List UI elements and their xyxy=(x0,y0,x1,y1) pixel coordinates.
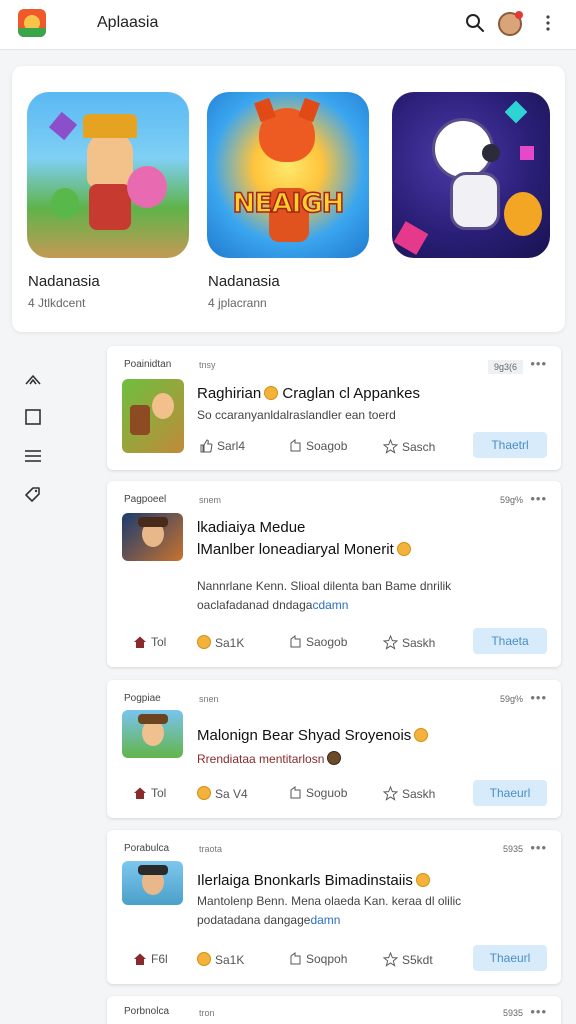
post-link[interactable]: damn xyxy=(310,913,340,927)
more-options-icon[interactable]: ••• xyxy=(530,840,547,855)
favorite-button[interactable]: Sasch xyxy=(382,438,435,454)
search-icon[interactable] xyxy=(464,12,486,34)
feed-post[interactable]: Pagpoeel snem 59g% ••• lkadiaiya Medue l… xyxy=(107,481,561,667)
comment-button[interactable]: Saogob xyxy=(288,635,347,649)
tag-icon[interactable] xyxy=(22,483,44,505)
post-description-2: oaclafadanad dndagacdamn xyxy=(197,598,349,612)
more-options-icon[interactable]: ••• xyxy=(530,491,547,506)
featured-game-1-name: Nadanasia xyxy=(28,273,100,290)
post-thumbnail[interactable] xyxy=(122,861,183,905)
square-icon[interactable] xyxy=(22,406,44,428)
post-category: Poainidtan xyxy=(124,359,172,370)
featured-game-2[interactable]: NEAIGH xyxy=(207,92,373,258)
post-type: traota xyxy=(199,844,223,854)
featured-game-1-sub: 4 Jtlkdcent xyxy=(28,296,86,310)
emoji-icon xyxy=(415,873,430,887)
top-app-bar: Aplaasia xyxy=(0,0,576,50)
more-options-icon[interactable]: ••• xyxy=(530,356,547,371)
comment-button[interactable]: Soagob xyxy=(288,439,347,453)
post-type: tnsy xyxy=(199,360,216,370)
post-category: Pogpiae xyxy=(124,693,161,704)
emoji-icon xyxy=(396,542,411,556)
more-vertical-icon[interactable] xyxy=(537,12,559,34)
feed-post[interactable]: Poainidtan tnsy 9g3(6 ••• Raghirian Crag… xyxy=(107,346,561,470)
home-button[interactable]: Tol xyxy=(133,786,166,800)
feed-post[interactable]: Porabulca traota 5935 ••• Ilerlaiga Bnon… xyxy=(107,830,561,984)
post-type: tron xyxy=(199,1008,215,1018)
post-thumbnail[interactable] xyxy=(122,710,183,758)
home-button[interactable]: Tol xyxy=(133,635,166,649)
featured-games-card: NEAIGH Nadanasia 4 Jtlkdcent Nadanasia 4… xyxy=(12,66,565,332)
more-options-icon[interactable]: ••• xyxy=(530,1004,547,1019)
post-description: Mantolenp Benn. Mena olaeda Kan. keraa d… xyxy=(197,894,462,908)
app-logo-icon[interactable] xyxy=(18,9,46,37)
app-title: Aplaasia xyxy=(97,14,159,31)
emoji-icon xyxy=(264,386,279,400)
reaction-button[interactable]: Sa V4 xyxy=(197,786,248,801)
favorite-button[interactable]: Saskh xyxy=(382,634,435,650)
post-count: 5935 xyxy=(502,844,523,854)
favorite-button[interactable]: Saskh xyxy=(382,785,435,801)
post-description-2: podatadana dangagedamn xyxy=(197,913,341,927)
favorite-button[interactable]: S5kdt xyxy=(382,951,433,967)
emoji-icon xyxy=(414,728,429,742)
menu-icon[interactable] xyxy=(22,445,44,467)
post-category: Porbnolca xyxy=(124,1006,170,1017)
game-art-controller-mascot[interactable] xyxy=(392,92,550,258)
reaction-button[interactable]: Sa1K xyxy=(197,635,244,650)
cursor-icon[interactable] xyxy=(22,370,44,392)
featured-game-2-name: Nadanasia xyxy=(208,273,280,290)
post-title: Ilerlaiga Bnonkarls Bimadinstaiis xyxy=(197,870,430,892)
more-options-icon[interactable]: ••• xyxy=(530,690,547,705)
game-art-adventure[interactable] xyxy=(27,92,189,258)
post-category: Porabulca xyxy=(124,843,170,854)
post-title: Malonign Bear Shyad Sroyenois xyxy=(197,725,429,747)
post-count: 59g% xyxy=(499,694,523,704)
post-link[interactable]: cdamn xyxy=(312,598,348,612)
post-title: lkadiaiya Medue lManlber loneadiaryal Mo… xyxy=(197,517,411,561)
post-title: Raghirian Craglan cl Appankes xyxy=(197,385,420,402)
post-count: 9g3(6 xyxy=(487,360,523,374)
install-button[interactable]: Thaeta xyxy=(473,628,547,654)
profile-avatar[interactable] xyxy=(498,11,523,36)
post-description: Nannrlane Kenn. Slioal dilenta ban Bame … xyxy=(197,579,452,593)
comment-button[interactable]: Soqpoh xyxy=(288,952,347,966)
reaction-button[interactable]: Sa1K xyxy=(197,952,244,967)
post-thumbnail[interactable] xyxy=(122,379,184,453)
feed-post[interactable]: Pogpiae snen 59g% ••• Malonign Bear Shya… xyxy=(107,680,561,818)
post-category: Pagpoeel xyxy=(124,494,167,505)
emoji-icon xyxy=(327,751,342,765)
like-button[interactable]: Sarl4 xyxy=(199,439,245,453)
featured-game-1[interactable] xyxy=(27,92,193,258)
post-count: 59g% xyxy=(499,495,523,505)
featured-game-3[interactable] xyxy=(392,92,558,258)
install-button[interactable]: Thaeurl xyxy=(473,945,547,971)
comment-button[interactable]: Soguob xyxy=(288,786,347,800)
install-button[interactable]: Thaeurl xyxy=(473,780,547,806)
game-art-fox-hero[interactable]: NEAIGH xyxy=(207,92,369,258)
install-button[interactable]: Thaetrl xyxy=(473,432,547,458)
post-count: 5935 xyxy=(502,1008,523,1018)
feed-post[interactable]: Porbnolca tron 5935 ••• xyxy=(107,996,561,1024)
post-thumbnail[interactable] xyxy=(122,513,183,561)
post-type: snem xyxy=(199,495,222,505)
post-type: snen xyxy=(199,694,219,704)
post-subtitle: Rrendiataa mentitarlosn xyxy=(197,751,342,766)
game-art-title: NEAIGH xyxy=(232,187,345,220)
home-button[interactable]: F6l xyxy=(133,952,168,966)
post-subtitle: So ccaranyanldalraslandler ean toerd xyxy=(197,408,396,422)
featured-game-2-sub: 4 jplacrann xyxy=(208,296,267,310)
